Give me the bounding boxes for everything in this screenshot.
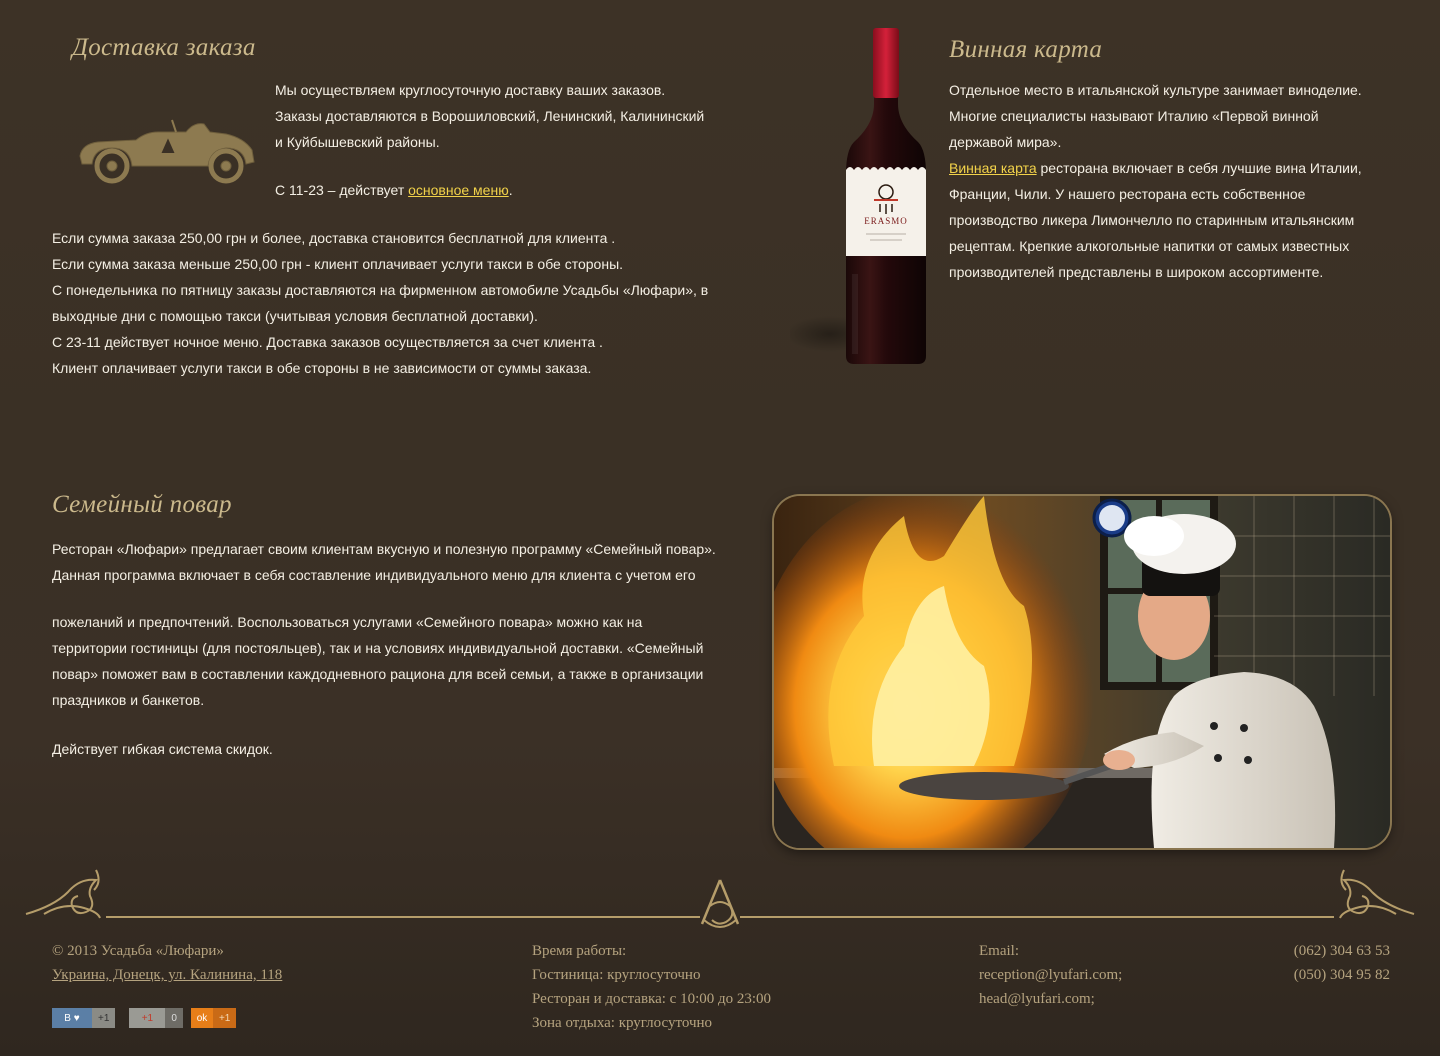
delivery-detail-line: Если сумма заказа 250,00 грн и более, до… (52, 230, 616, 246)
hours-line: Гостиница: круглосуточно (532, 967, 701, 983)
main-menu-link[interactable]: основное меню (408, 182, 509, 198)
phone-number: (050) 304 95 82 (1293, 967, 1390, 983)
chef-title: Семейный повар (52, 491, 232, 518)
delivery-detail-line: Если сумма заказа меньше 250,00 грн - кл… (52, 256, 624, 272)
vk-heart-icon: В ♥ (52, 1008, 92, 1028)
vk-count: +1 (92, 1008, 116, 1028)
delivery-title: Доставка заказа (72, 34, 256, 61)
gplus-label: +1 (141, 1012, 154, 1024)
chef-discount-line: Действует гибкая система скидок. (52, 741, 273, 757)
footer-divider-ornament (25, 869, 1415, 928)
wine-link-suffix: ресторана включает в себя лучшие вина Ит… (1036, 160, 1362, 176)
delivery-detail-line: С понедельника по пятницу заказы доставл… (52, 282, 709, 298)
delivery-details: Если сумма заказа 250,00 грн и более, до… (52, 225, 752, 381)
delivery-detail-line: Клиент оплачивает услуги такси в обе сто… (52, 360, 592, 376)
footer-email-block: Email: reception@lyufari.com; head@lyufa… (979, 939, 1122, 1011)
chef-photo (774, 496, 1390, 848)
delivery-intro: Мы осуществляем круглосуточную доставку … (275, 77, 735, 155)
delivery-intro-line: Заказы доставляются в Ворошиловский, Лен… (275, 108, 705, 124)
footer-copyright-block: © 2013 Усадьба «Люфари» Украина, Донецк,… (52, 939, 282, 987)
gplus-button[interactable]: +1 0 (129, 1008, 183, 1028)
wine-link-line: Винная карта ресторана включает в себя л… (949, 155, 1419, 181)
delivery-hours-prefix: С 11-23 – действует (275, 182, 409, 198)
wine-rest-line: производство ликера Лимончелло по старин… (949, 212, 1355, 228)
chef-text-line: территории гостиницы (для постояльцев), … (52, 640, 704, 656)
gplus-count: 0 (165, 1008, 183, 1028)
wine-text: Отдельное место в итальянской культуре з… (949, 77, 1419, 285)
chef-para-1: Ресторан «Люфари» предлагает своим клиен… (52, 536, 752, 588)
vk-like-button[interactable]: В ♥ +1 (52, 1008, 116, 1028)
chef-text-line: праздников и банкетов. (52, 692, 205, 708)
vk-label: В (64, 1012, 71, 1024)
ok-count: +1 (212, 1008, 237, 1028)
gplus-icon: +1 (129, 1008, 166, 1028)
delivery-intro-line: Мы осуществляем круглосуточную доставку … (275, 82, 666, 98)
email-link[interactable]: reception@lyufari.com; (979, 963, 1122, 987)
chef-text-line: Ресторан «Люфари» предлагает своим клиен… (52, 541, 716, 557)
wine-rest-line: производителей представлены в широком ас… (949, 264, 1324, 280)
delivery-detail-line: С 23-11 действует ночное меню. Доставка … (52, 334, 603, 350)
odnoklassniki-button[interactable]: ok +1 (190, 1008, 237, 1028)
hours-line: Время работы: (532, 943, 627, 959)
address-link[interactable]: Украина, Донецк, ул. Калинина, 118 (52, 963, 282, 987)
wine-rest-line: рецептам. Крепкие алкогольные напитки от… (949, 238, 1350, 254)
chef-text-line: повар» поможет вам в составлении каждодн… (52, 666, 704, 682)
footer-phone-block: (062) 304 63 53 (050) 304 95 82 (1294, 939, 1390, 987)
wine-intro-line: Отдельное место в итальянской культуре з… (949, 82, 1362, 98)
phone-number: (062) 304 63 53 (1293, 943, 1390, 959)
email-label: Email: (979, 943, 1019, 959)
delivery-detail-line: выходные дни с помощью такси (учитывая у… (52, 308, 538, 324)
chef-text-line: Данная программа включает в себя составл… (52, 567, 696, 583)
hours-line: Зона отдыха: круглосуточно (532, 1015, 713, 1031)
social-buttons: В ♥ +1 +1 0 ok +1 (52, 1008, 237, 1030)
wine-rest-line: Франции, Чили. У нашего ресторана есть с… (949, 186, 1306, 202)
chef-text-line: пожеланий и предпочтений. Воспользоватьс… (52, 614, 643, 630)
wine-intro-line: державой мира». (949, 134, 1062, 150)
wine-intro-line: Многие специалисты называют Италию «Перв… (949, 108, 1319, 124)
ok-icon: ok (190, 1008, 213, 1028)
bottle-label: ERASMO (864, 216, 908, 226)
copyright-text: © 2013 Усадьба «Люфари» (52, 943, 224, 959)
wine-title: Винная карта (949, 36, 1103, 63)
delivery-hours-suffix: . (508, 182, 513, 198)
footer-hours-block: Время работы: Гостиница: круглосуточно Р… (532, 939, 771, 1035)
delivery-hours: С 11-23 – действует основное меню. (275, 177, 735, 203)
chef-para-3: Действует гибкая система скидок. (52, 736, 752, 762)
vintage-car-icon (79, 119, 255, 184)
wine-bottle-image: ERASMO (790, 28, 926, 364)
email-link[interactable]: head@lyufari.com; (979, 987, 1122, 1011)
chef-para-2: пожеланий и предпочтений. Воспользоватьс… (52, 609, 752, 713)
wine-list-link[interactable]: Винная карта (949, 160, 1037, 176)
hours-line: Ресторан и доставка: с 10:00 до 23:00 (532, 991, 772, 1007)
delivery-intro-line: и Куйбышевский районы. (275, 134, 440, 150)
